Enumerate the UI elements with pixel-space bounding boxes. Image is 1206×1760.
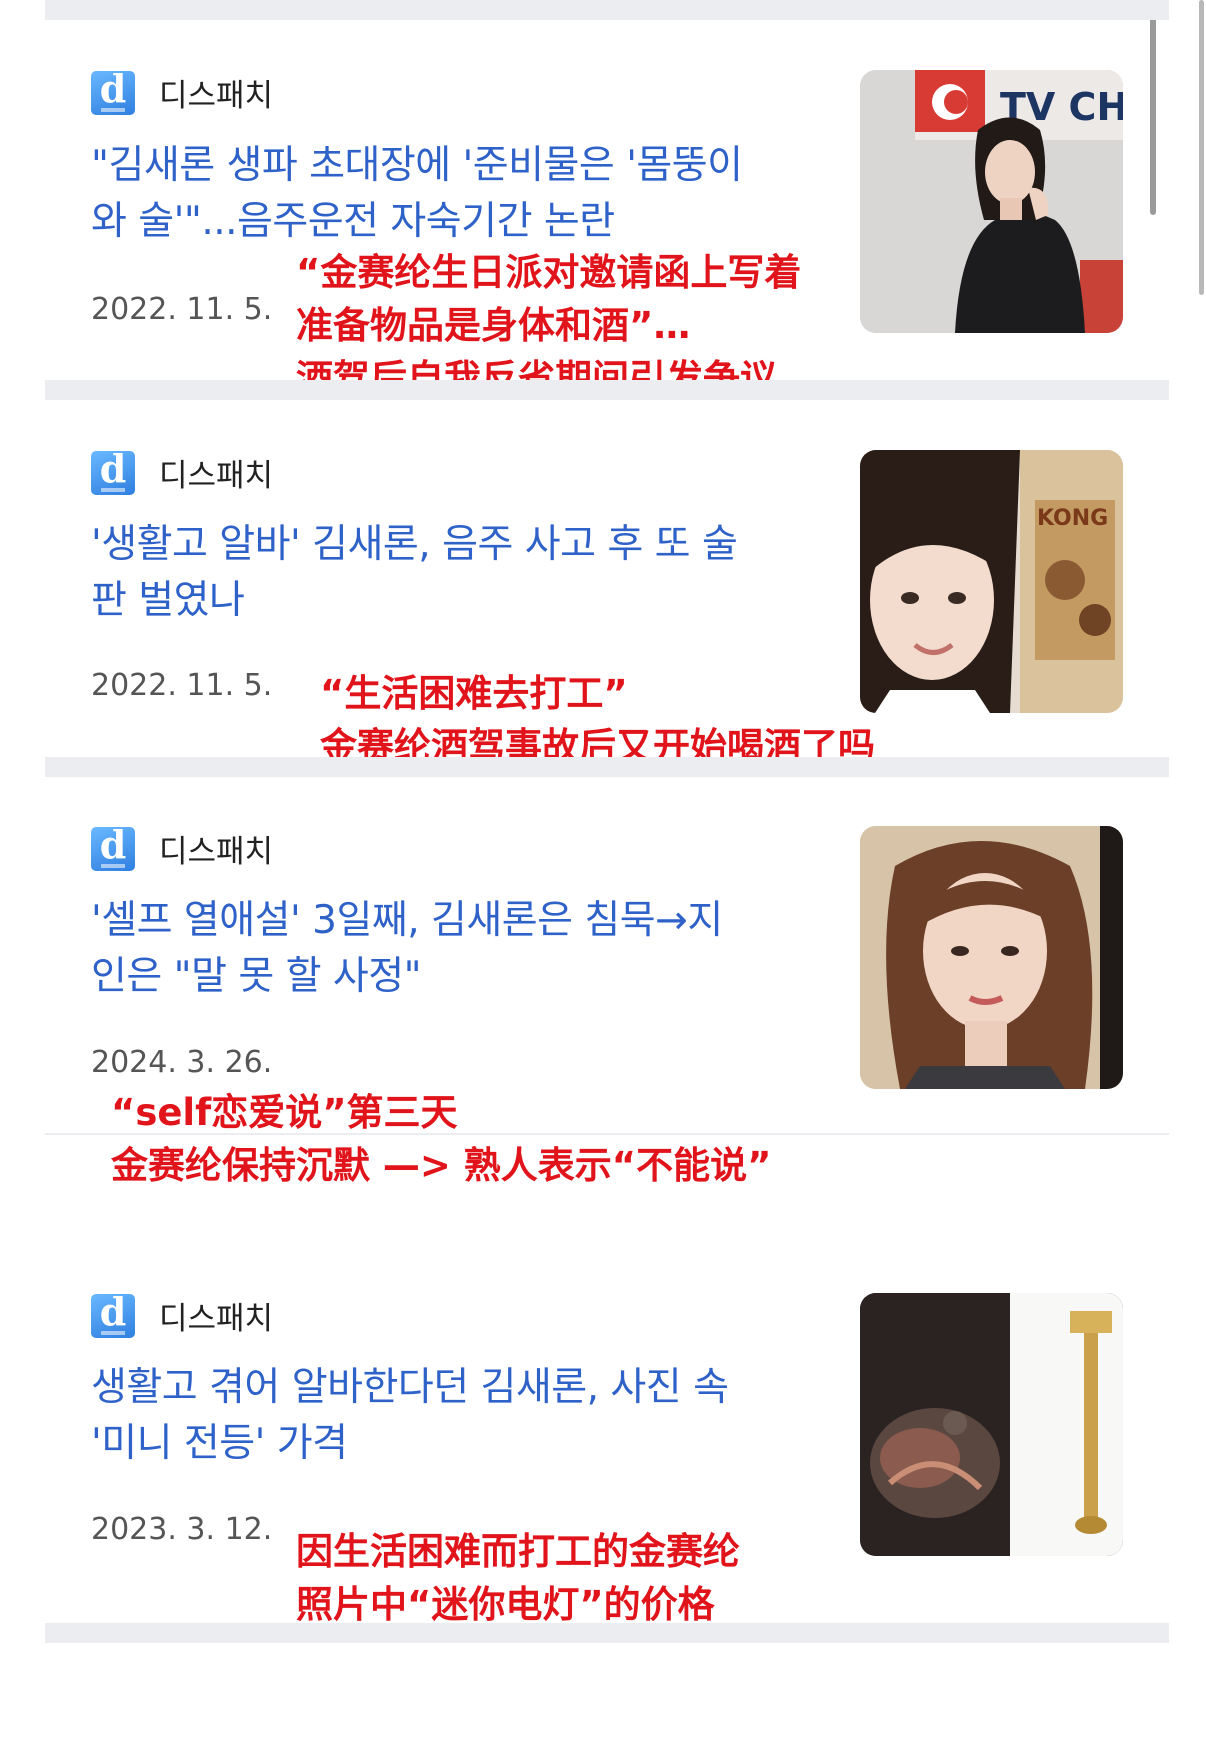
annotation-line: 金赛纶保持沉默 —> 熟人表示“不能说”: [111, 1144, 772, 1187]
publish-date: 2024. 3. 26.: [91, 1045, 273, 1080]
photo-woman-brown-hair: [860, 826, 1123, 1089]
annotation-line: “生活困难去打工”: [320, 672, 628, 715]
source-row: d 디스패치: [91, 826, 273, 871]
photo-woman-smiling-poster: KONG: [860, 450, 1123, 713]
edge-scrollbar[interactable]: [1199, 0, 1204, 295]
publish-date: 2022. 11. 5.: [91, 668, 273, 703]
photo-woman-black-outfit: TV CHOSUN: [860, 70, 1123, 333]
article-thumbnail[interactable]: [860, 1293, 1123, 1556]
section-divider: [45, 757, 1169, 777]
headline-line: '미니 전등' 가격: [91, 1421, 348, 1466]
headline[interactable]: 생활고 겪어 알바한다던 김새론, 사진 속 '미니 전등' 가격: [91, 1360, 871, 1472]
source-name: 디스패치: [159, 78, 274, 114]
translation-annotation: 因生活困难而打工的金赛纶 照片中“迷你电灯”的价格: [296, 1525, 740, 1631]
article-thumbnail[interactable]: [860, 826, 1123, 1089]
photo-mini-lamp: [860, 1293, 1123, 1556]
translation-annotation: “self恋爱说”第三天 金赛纶保持沉默 —> 熟人表示“不能说”: [111, 1086, 771, 1192]
news-item-3[interactable]: d 디스패치 '셀프 열애설' 3일째, 김새론은 침묵→지 인은 "말 못 할…: [45, 777, 1169, 1133]
dispatch-logo-icon: d: [91, 70, 135, 115]
dispatch-logo-icon: d: [91, 826, 135, 871]
headline-line: 와 술'"...음주운전 자숙기간 논란: [91, 199, 615, 244]
publish-date: 2023. 3. 12.: [91, 1512, 273, 1547]
headline-line: 생활고 겪어 알바한다던 김새론, 사진 속: [91, 1365, 729, 1410]
section-divider: [45, 0, 1169, 20]
headline[interactable]: '셀프 열애설' 3일째, 김새론은 침묵→지 인은 "말 못 할 사정": [91, 893, 871, 1005]
annotation-line: 准备物品是身体和酒”…: [296, 304, 691, 347]
annotation-line: “金赛纶生日派对邀请函上写着: [296, 251, 802, 294]
headline-line: '셀프 열애설' 3일째, 김새론은 침묵→지: [91, 898, 723, 943]
article-thumbnail[interactable]: KONG: [860, 450, 1123, 713]
headline-line: 판 벌였나: [91, 578, 245, 623]
dispatch-logo-icon: d: [91, 1293, 135, 1338]
annotation-line: 因生活困难而打工的金赛纶: [296, 1530, 740, 1573]
headline-line: 인은 "말 못 할 사정": [91, 954, 422, 999]
source-row: d 디스패치: [91, 70, 273, 115]
source-name: 디스패치: [159, 458, 274, 494]
poster-title: KONG: [1037, 506, 1108, 531]
source-row: d 디스패치: [91, 1293, 273, 1338]
source-name: 디스패치: [159, 1301, 274, 1337]
headline-line: "김새론 생파 초대장에 '준비물은 '몸뚱이: [91, 143, 743, 188]
publish-date: 2022. 11. 5.: [91, 292, 273, 327]
section-divider: [45, 1623, 1169, 1643]
section-divider: [45, 380, 1169, 400]
article-thumbnail[interactable]: TV CHOSUN: [860, 70, 1123, 333]
source-row: d 디스패치: [91, 450, 273, 495]
headline[interactable]: '생활고 알바' 김새론, 음주 사고 후 또 술 판 벌였나: [91, 517, 871, 629]
annotation-line: “self恋爱说”第三天: [111, 1091, 458, 1134]
dispatch-logo-icon: d: [91, 450, 135, 495]
source-name: 디스패치: [159, 834, 274, 870]
headline-line: '생활고 알바' 김새론, 음주 사고 후 또 술: [91, 522, 738, 567]
headline[interactable]: "김새론 생파 초대장에 '준비물은 '몸뚱이 와 술'"...음주운전 자숙기…: [91, 138, 871, 250]
